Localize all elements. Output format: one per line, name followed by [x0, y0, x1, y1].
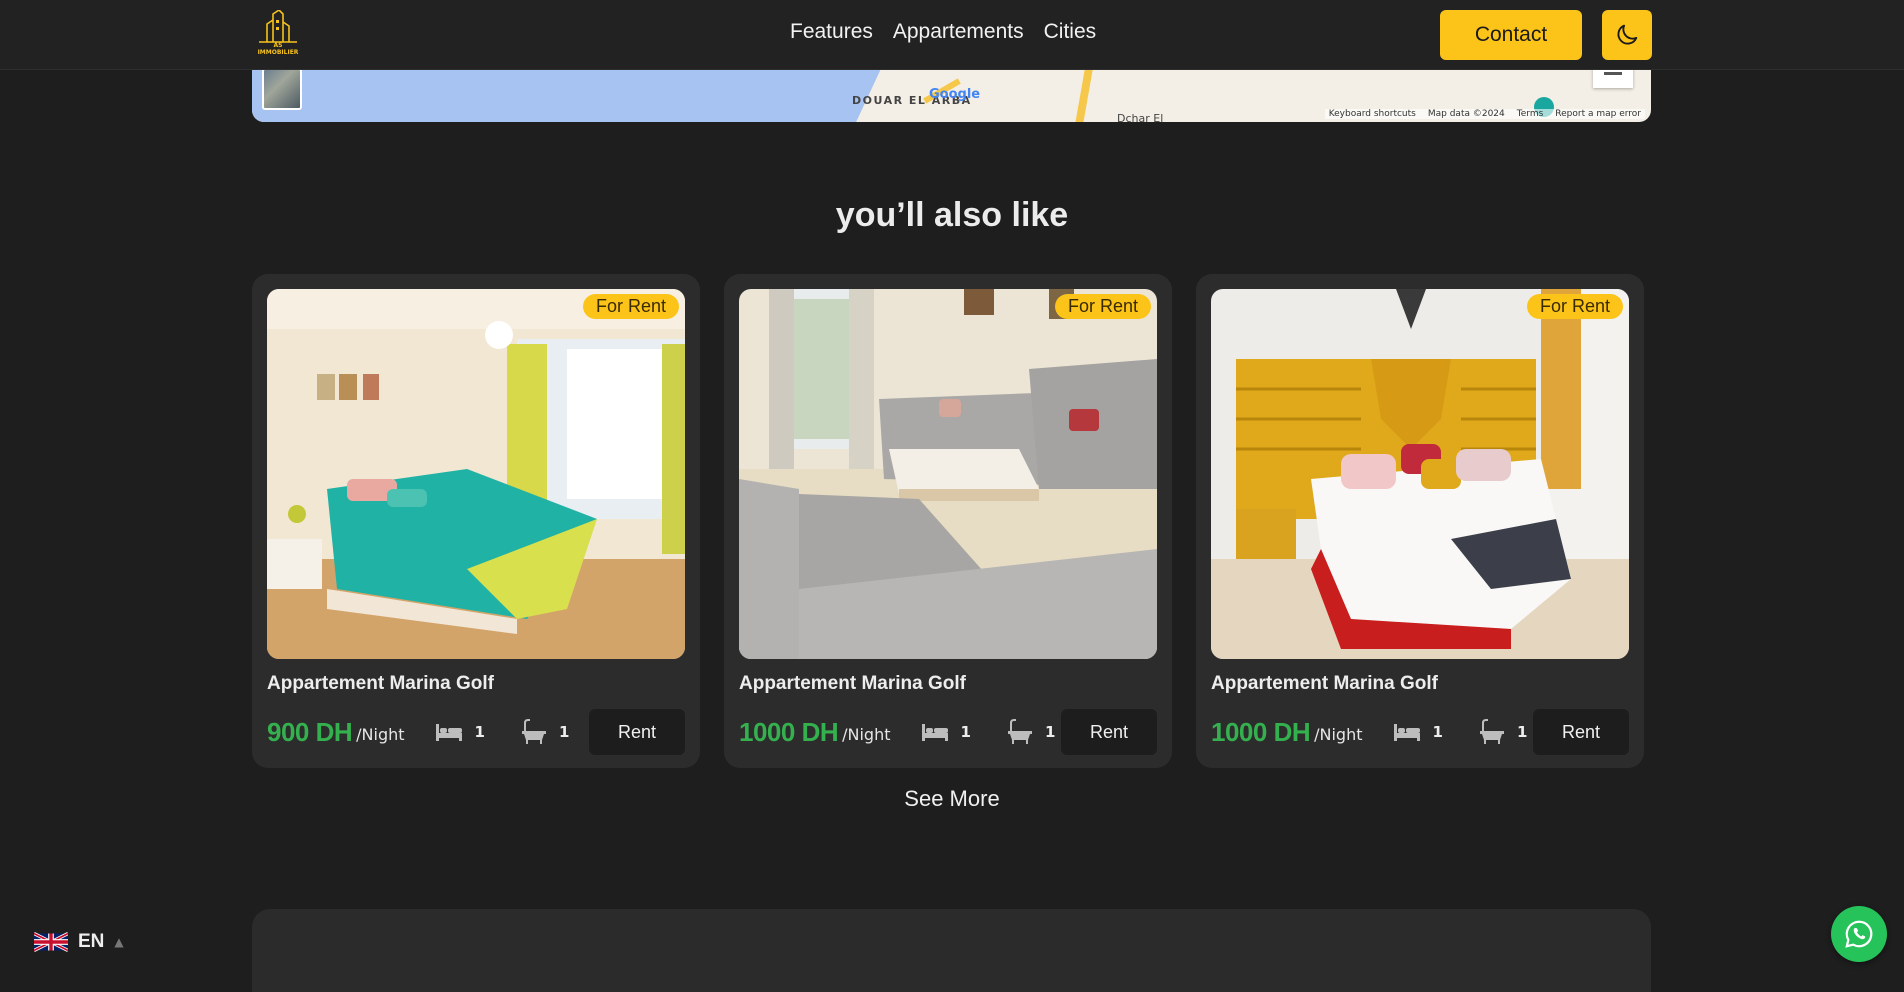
- bedroom-photo: [1211, 289, 1629, 659]
- building-logo-icon: [259, 8, 297, 43]
- bathtub-icon: [1007, 719, 1032, 744]
- satellite-toggle[interactable]: [262, 68, 302, 110]
- price-unit: /Night: [356, 724, 405, 744]
- see-more-link[interactable]: See More: [0, 786, 1904, 812]
- brand-logo[interactable]: AS IMMOBILIER: [253, 8, 303, 56]
- listing-info-row: 1000 DH /Night 1 1 Rent: [739, 709, 1157, 755]
- for-rent-badge: For Rent: [1054, 294, 1151, 319]
- bedroom-photo: [267, 289, 685, 659]
- bed-icon: [1393, 724, 1420, 741]
- listing-price: 900 DH: [267, 716, 353, 747]
- report-map-error-link[interactable]: Report a map error: [1555, 109, 1641, 119]
- contact-button[interactable]: Contact: [1440, 10, 1582, 60]
- minus-icon: [1604, 71, 1622, 75]
- living-room-photo: [739, 289, 1157, 659]
- map-place-label-2: Dchar El: [1117, 112, 1164, 122]
- listing-info-row: 1000 DH /Night 1 1 Rent: [1211, 709, 1629, 755]
- bathtub-icon: [521, 719, 546, 744]
- bathroom-count-value: 1: [558, 723, 570, 741]
- terms-link[interactable]: Terms: [1517, 109, 1544, 119]
- theme-toggle-button[interactable]: [1602, 10, 1652, 60]
- rent-button[interactable]: Rent: [1061, 709, 1157, 755]
- for-rent-badge: For Rent: [582, 294, 679, 319]
- bedroom-count-value: 1: [1432, 723, 1443, 741]
- bed-icon: [921, 724, 948, 741]
- google-logo: Google: [929, 87, 981, 102]
- price-unit: /Night: [1314, 724, 1363, 744]
- bathroom-count: 1: [1479, 719, 1527, 745]
- for-rent-badge: For Rent: [1526, 294, 1623, 319]
- listing-title: Appartement Marina Golf: [267, 673, 494, 694]
- listing-card[interactable]: For Rent Appartement Marina Golf 1000 DH…: [724, 274, 1172, 768]
- moon-icon: [1617, 24, 1638, 45]
- uk-flag-icon: [34, 931, 68, 953]
- bedroom-count: 1: [1393, 722, 1443, 742]
- section-title: you’ll also like: [835, 196, 1069, 234]
- whatsapp-icon: [1845, 920, 1873, 948]
- map-data-text: Map data ©2024: [1427, 109, 1505, 119]
- bedroom-count: 1: [435, 722, 485, 742]
- nav-link-appartements[interactable]: Appartements: [893, 20, 1024, 44]
- listing-card[interactable]: For Rent Appartement Marina Golf 1000 DH…: [1196, 274, 1644, 768]
- bedroom-count-value: 1: [474, 723, 485, 741]
- nav-links: Features Appartements Cities: [790, 20, 1096, 44]
- nav-link-features[interactable]: Features: [790, 20, 873, 44]
- listing-price: 1000 DH: [739, 716, 839, 747]
- bathroom-count: 1: [1007, 719, 1055, 745]
- next-section-panel: [252, 909, 1651, 992]
- listing-photo[interactable]: For Rent: [739, 289, 1157, 659]
- keyboard-shortcuts-link[interactable]: Keyboard shortcuts: [1329, 109, 1416, 119]
- language-switcher[interactable]: EN ▲: [34, 930, 124, 954]
- bed-icon: [435, 724, 462, 741]
- bathtub-icon: [1479, 719, 1504, 744]
- listing-card[interactable]: For Rent Appartement Marina Golf 900 DH …: [252, 274, 700, 768]
- bedroom-count: 1: [921, 722, 971, 742]
- bathroom-count-value: 1: [1044, 723, 1056, 741]
- bedroom-count-value: 1: [960, 723, 971, 741]
- listing-photo[interactable]: For Rent: [267, 289, 685, 659]
- listing-title: Appartement Marina Golf: [739, 673, 966, 694]
- language-code: EN: [78, 931, 105, 952]
- listing-title: Appartement Marina Golf: [1211, 673, 1438, 694]
- chevron-up-icon: ▲: [114, 935, 124, 949]
- brand-logo-text: AS IMMOBILIER: [257, 42, 299, 56]
- listing-price: 1000 DH: [1211, 716, 1311, 747]
- map-attribution: Keyboard shortcuts Map data ©2024 Terms …: [1324, 109, 1645, 119]
- listing-info-row: 900 DH /Night 1 1 Rent: [267, 709, 685, 755]
- top-navbar: AS IMMOBILIER Features Appartements Citi…: [0, 0, 1904, 70]
- rent-button[interactable]: Rent: [1533, 709, 1629, 755]
- listing-cards: For Rent Appartement Marina Golf 900 DH …: [252, 274, 1644, 768]
- price-unit: /Night: [842, 724, 891, 744]
- bathroom-count: 1: [521, 719, 569, 745]
- whatsapp-button[interactable]: [1831, 906, 1887, 962]
- nav-link-cities[interactable]: Cities: [1044, 20, 1097, 44]
- bathroom-count-value: 1: [1516, 723, 1528, 741]
- listing-photo[interactable]: For Rent: [1211, 289, 1629, 659]
- rent-button[interactable]: Rent: [589, 709, 685, 755]
